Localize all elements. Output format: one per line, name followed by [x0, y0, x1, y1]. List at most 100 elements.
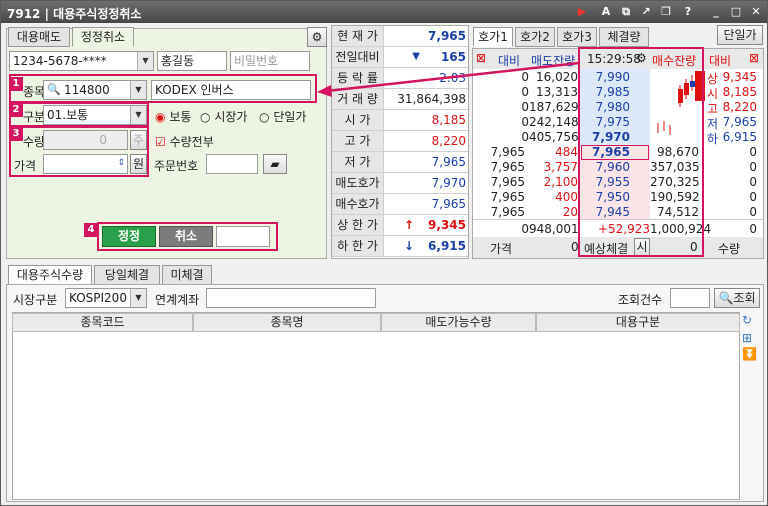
trade-qty-cell: 484: [555, 145, 578, 159]
search-button[interactable]: 🔍조회: [714, 288, 760, 308]
side-value: 8,185: [722, 85, 757, 99]
market-select[interactable]: KOSPI200 ▼: [65, 288, 147, 308]
link-account-input[interactable]: [206, 288, 376, 308]
side-value: 8,220: [722, 100, 757, 114]
tab-trades[interactable]: 체결량: [599, 27, 649, 47]
col-header: 매도가능수량: [381, 313, 536, 332]
bid-price-cell[interactable]: 7,945: [580, 205, 630, 219]
col-header: 대용구분: [536, 313, 740, 332]
window-link-icon[interactable]: ⧉: [619, 5, 633, 19]
help-icon[interactable]: ?: [681, 5, 695, 19]
bid-diff-cell: 0: [749, 175, 757, 189]
bid-diff-cell: 0: [749, 190, 757, 204]
checkbox-checked-icon: ☑: [155, 135, 166, 149]
account-name: 홍길동: [157, 51, 227, 71]
screen-code: 7912: [7, 7, 41, 21]
font-icon[interactable]: A: [599, 5, 613, 19]
main-window: 7912 | 대용주식정정취소 ▶ A ⧉ ↗ ❐ ? _ □ ✕ 대용매도 정…: [0, 0, 768, 506]
ask-qty-cell: 405,756: [529, 130, 579, 144]
bid-diff-cell: 0: [749, 205, 757, 219]
badge-4: 4: [84, 223, 98, 237]
radio-market[interactable]: ○ 시장가: [200, 108, 247, 125]
bid-price-cell[interactable]: 7,960: [580, 160, 630, 174]
down-arrow-icon: ↓: [403, 239, 414, 253]
trade-qty-cell: 400: [555, 190, 578, 204]
badge-3: 3: [9, 127, 23, 141]
all-qty-checkbox[interactable]: ☑ 수량전부: [155, 133, 214, 150]
collateral-table: [12, 312, 740, 500]
trade-price-cell: 7,965: [490, 145, 525, 159]
password-field[interactable]: 비밀번호: [230, 51, 310, 71]
quote-row: 하 한 가 ↓ 6,915: [332, 236, 468, 257]
trade-price-cell: 7,965: [490, 190, 525, 204]
quote-row: 매도호가 7,970: [332, 173, 468, 194]
radio-single[interactable]: ○ 단일가: [259, 108, 306, 125]
col-header: 종목명: [193, 313, 381, 332]
market-label: 시장구분: [13, 293, 58, 307]
tab-quote3[interactable]: 호가3: [557, 27, 597, 47]
trade-price-cell: 7,965: [490, 160, 525, 174]
quote-row: 매수호가 7,965: [332, 194, 468, 215]
expand-icon[interactable]: ↗: [639, 5, 653, 19]
folder-icon[interactable]: ▰: [263, 154, 287, 174]
single-price-button[interactable]: 단일가: [717, 25, 763, 45]
trade-qty-cell: 2,100: [543, 175, 578, 189]
restore-icon[interactable]: ❐: [659, 5, 673, 19]
order-no-input[interactable]: [206, 154, 258, 174]
count-label: 조회건수: [618, 293, 663, 307]
annotation-box-3: [9, 126, 149, 177]
play-icon[interactable]: ▶: [575, 5, 589, 19]
up-arrow-icon: ↑: [403, 218, 414, 232]
ask-diff-cell: 0: [521, 100, 529, 114]
quote-row: 고 가 8,220: [332, 131, 468, 152]
tab-modify-cancel[interactable]: 정정취소: [72, 27, 134, 47]
bid-price-cell[interactable]: 7,950: [580, 190, 630, 204]
maximize-icon[interactable]: □: [729, 5, 743, 19]
order-no-label: 주문번호: [154, 159, 199, 173]
minimize-icon[interactable]: _: [709, 5, 723, 19]
chevron-down-icon: ▼: [137, 52, 153, 70]
tab-quote2[interactable]: 호가2: [515, 27, 555, 47]
search-icon: 🔍: [718, 291, 734, 305]
download-icon[interactable]: ⏬: [742, 347, 757, 361]
tab-collateral-qty[interactable]: 대용주식수량: [8, 265, 92, 285]
quote-row: 시 가 8,185: [332, 110, 468, 131]
tab-quote1[interactable]: 호가1: [473, 27, 513, 47]
bid-price-cell[interactable]: 7,965: [580, 145, 630, 159]
trade-qty-cell: 20: [562, 205, 578, 219]
chevron-down-icon: ▼: [130, 289, 146, 307]
trade-price-cell: 7,965: [490, 175, 525, 189]
tab-sell[interactable]: 대용매도: [8, 27, 70, 47]
refresh-icon[interactable]: ↻: [742, 313, 752, 327]
arrow-right-icon[interactable]: ⊠: [749, 51, 759, 65]
link-account-label: 연계계좌: [155, 293, 200, 307]
radio-icon: ○: [200, 110, 211, 124]
trade-price-cell: 7,965: [490, 205, 525, 219]
bid-diff-cell: 0: [749, 145, 757, 159]
side-value: 6,915: [722, 130, 757, 144]
badge-1: 1: [9, 77, 23, 91]
quote-row: 현 재 가 7,965: [332, 26, 468, 47]
bid-price-cell[interactable]: 7,955: [580, 175, 630, 189]
quote-row: 저 가 7,965: [332, 152, 468, 173]
account-select[interactable]: 1234-5678-**** ▼: [9, 51, 154, 71]
annotation-arrow: [317, 61, 580, 97]
trade-qty-cell: 3,757: [543, 160, 578, 174]
ask-diff-cell: 0: [521, 115, 529, 129]
tab-unfilled[interactable]: 미체결: [162, 265, 212, 285]
annotation-box-1: [9, 74, 317, 103]
tab-today-trades[interactable]: 당일체결: [94, 265, 160, 285]
quote-row: 상 한 가 ↑ 9,345: [332, 215, 468, 236]
radio-normal[interactable]: ◉ 보통: [155, 108, 191, 125]
count-input[interactable]: [670, 288, 710, 308]
close-icon[interactable]: ✕: [749, 5, 763, 19]
side-value: 9,345: [722, 70, 757, 84]
annotation-box-2: [9, 102, 149, 127]
bid-diff-cell: 0: [749, 160, 757, 174]
ask-diff-cell: 0: [521, 130, 529, 144]
col-header: 종목코드: [12, 313, 193, 332]
expand-icon[interactable]: ⊞: [742, 331, 752, 345]
tool-icon[interactable]: ⚙: [307, 27, 327, 47]
ask-qty-cell: 187,629: [529, 100, 579, 114]
window-title: 대용주식정정취소: [53, 7, 142, 21]
